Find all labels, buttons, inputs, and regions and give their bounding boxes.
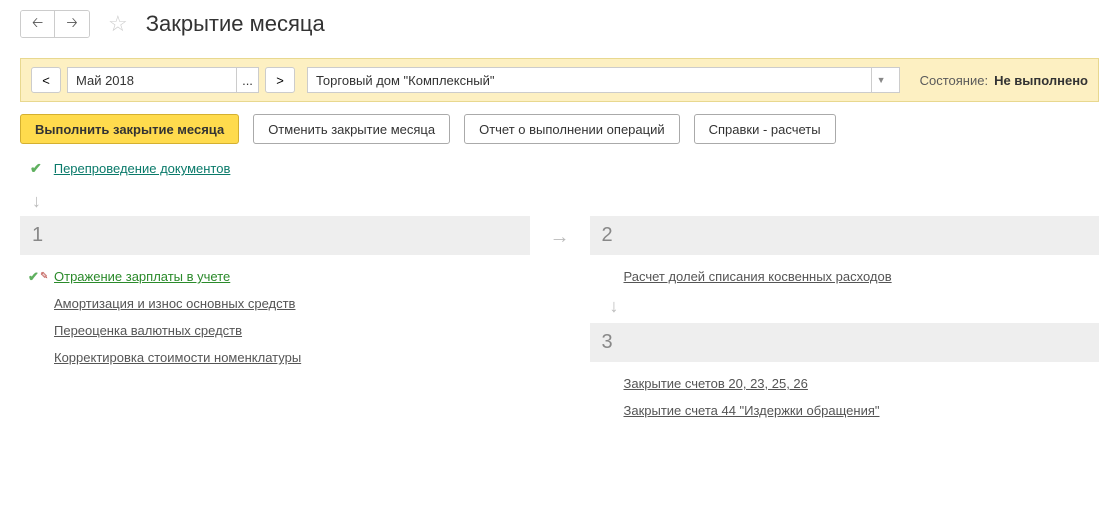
stage-item: Расчет долей списания косвенных расходов <box>590 263 1100 290</box>
arrow-right-icon: → <box>550 216 570 249</box>
stage-item: Амортизация и износ основных средств <box>20 290 530 317</box>
arrow-down-icon: ↓ <box>0 187 1119 216</box>
stage-2-header: 2 <box>590 216 1100 255</box>
nav-back-button[interactable]: 🡠 <box>21 11 55 37</box>
operation-link[interactable]: Закрытие счетов 20, 23, 25, 26 <box>624 376 808 391</box>
stage-1-header: 1 <box>20 216 530 255</box>
status-label: Состояние: <box>920 73 988 88</box>
pencil-icon: ✎ <box>40 271 48 282</box>
period-input[interactable]: Май 2018 <box>67 67 237 93</box>
action-row: Выполнить закрытие месяца Отменить закры… <box>0 102 1119 156</box>
nav-forward-button[interactable]: 🡢 <box>55 11 89 37</box>
stage-2-3: 2 Расчет долей списания косвенных расход… <box>590 216 1100 424</box>
check-icon: ✔ <box>30 160 42 177</box>
reprocess-row: ✔ Перепроведение документов <box>0 156 1119 187</box>
reprocess-link[interactable]: Перепроведение документов <box>54 161 231 176</box>
stage-1: 1 ✔ ✎ Отражение зарплаты в учете Амортиз… <box>20 216 530 371</box>
favorite-star-icon[interactable]: ☆ <box>108 11 128 37</box>
cancel-button[interactable]: Отменить закрытие месяца <box>253 114 450 144</box>
stage-item: Переоценка валютных средств <box>20 317 530 344</box>
stage-item: Закрытие счета 44 "Издержки обращения" <box>590 397 1100 424</box>
organization-value: Торговый дом "Комплексный" <box>316 73 495 88</box>
toolbar: < Май 2018 ... > Торговый дом "Комплексн… <box>20 58 1099 102</box>
stage-3-header: 3 <box>590 323 1100 362</box>
operation-link[interactable]: Расчет долей списания косвенных расходов <box>624 269 892 284</box>
operation-link[interactable]: Закрытие счета 44 "Издержки обращения" <box>624 403 880 418</box>
operation-link[interactable]: Переоценка валютных средств <box>54 323 242 338</box>
operation-link[interactable]: Амортизация и износ основных средств <box>54 296 295 311</box>
period-prev-button[interactable]: < <box>31 67 61 93</box>
stage-item: Закрытие счетов 20, 23, 25, 26 <box>590 370 1100 397</box>
execute-button[interactable]: Выполнить закрытие месяца <box>20 114 239 144</box>
period-picker-button[interactable]: ... <box>237 67 259 93</box>
stages: 1 ✔ ✎ Отражение зарплаты в учете Амортиз… <box>0 216 1119 444</box>
period-value: Май 2018 <box>76 73 134 88</box>
period-next-button[interactable]: > <box>265 67 295 93</box>
stage-item: Корректировка стоимости номенклатуры <box>20 344 530 371</box>
nav-buttons: 🡠 🡢 <box>20 10 90 38</box>
chevron-down-icon[interactable]: ▼ <box>871 68 891 92</box>
report-button[interactable]: Отчет о выполнении операций <box>464 114 680 144</box>
operation-link[interactable]: Корректировка стоимости номенклатуры <box>54 350 301 365</box>
references-button[interactable]: Справки - расчеты <box>694 114 836 144</box>
page-title: Закрытие месяца <box>146 11 325 37</box>
arrow-down-icon: ↓ <box>590 290 1100 323</box>
status: Состояние: Не выполнено <box>920 73 1088 88</box>
status-value: Не выполнено <box>994 73 1088 88</box>
operation-link[interactable]: Отражение зарплаты в учете <box>54 269 230 284</box>
stage-item: ✔ ✎ Отражение зарплаты в учете <box>20 263 530 290</box>
organization-select[interactable]: Торговый дом "Комплексный" ▼ <box>307 67 900 93</box>
check-icon: ✔ <box>28 269 39 285</box>
